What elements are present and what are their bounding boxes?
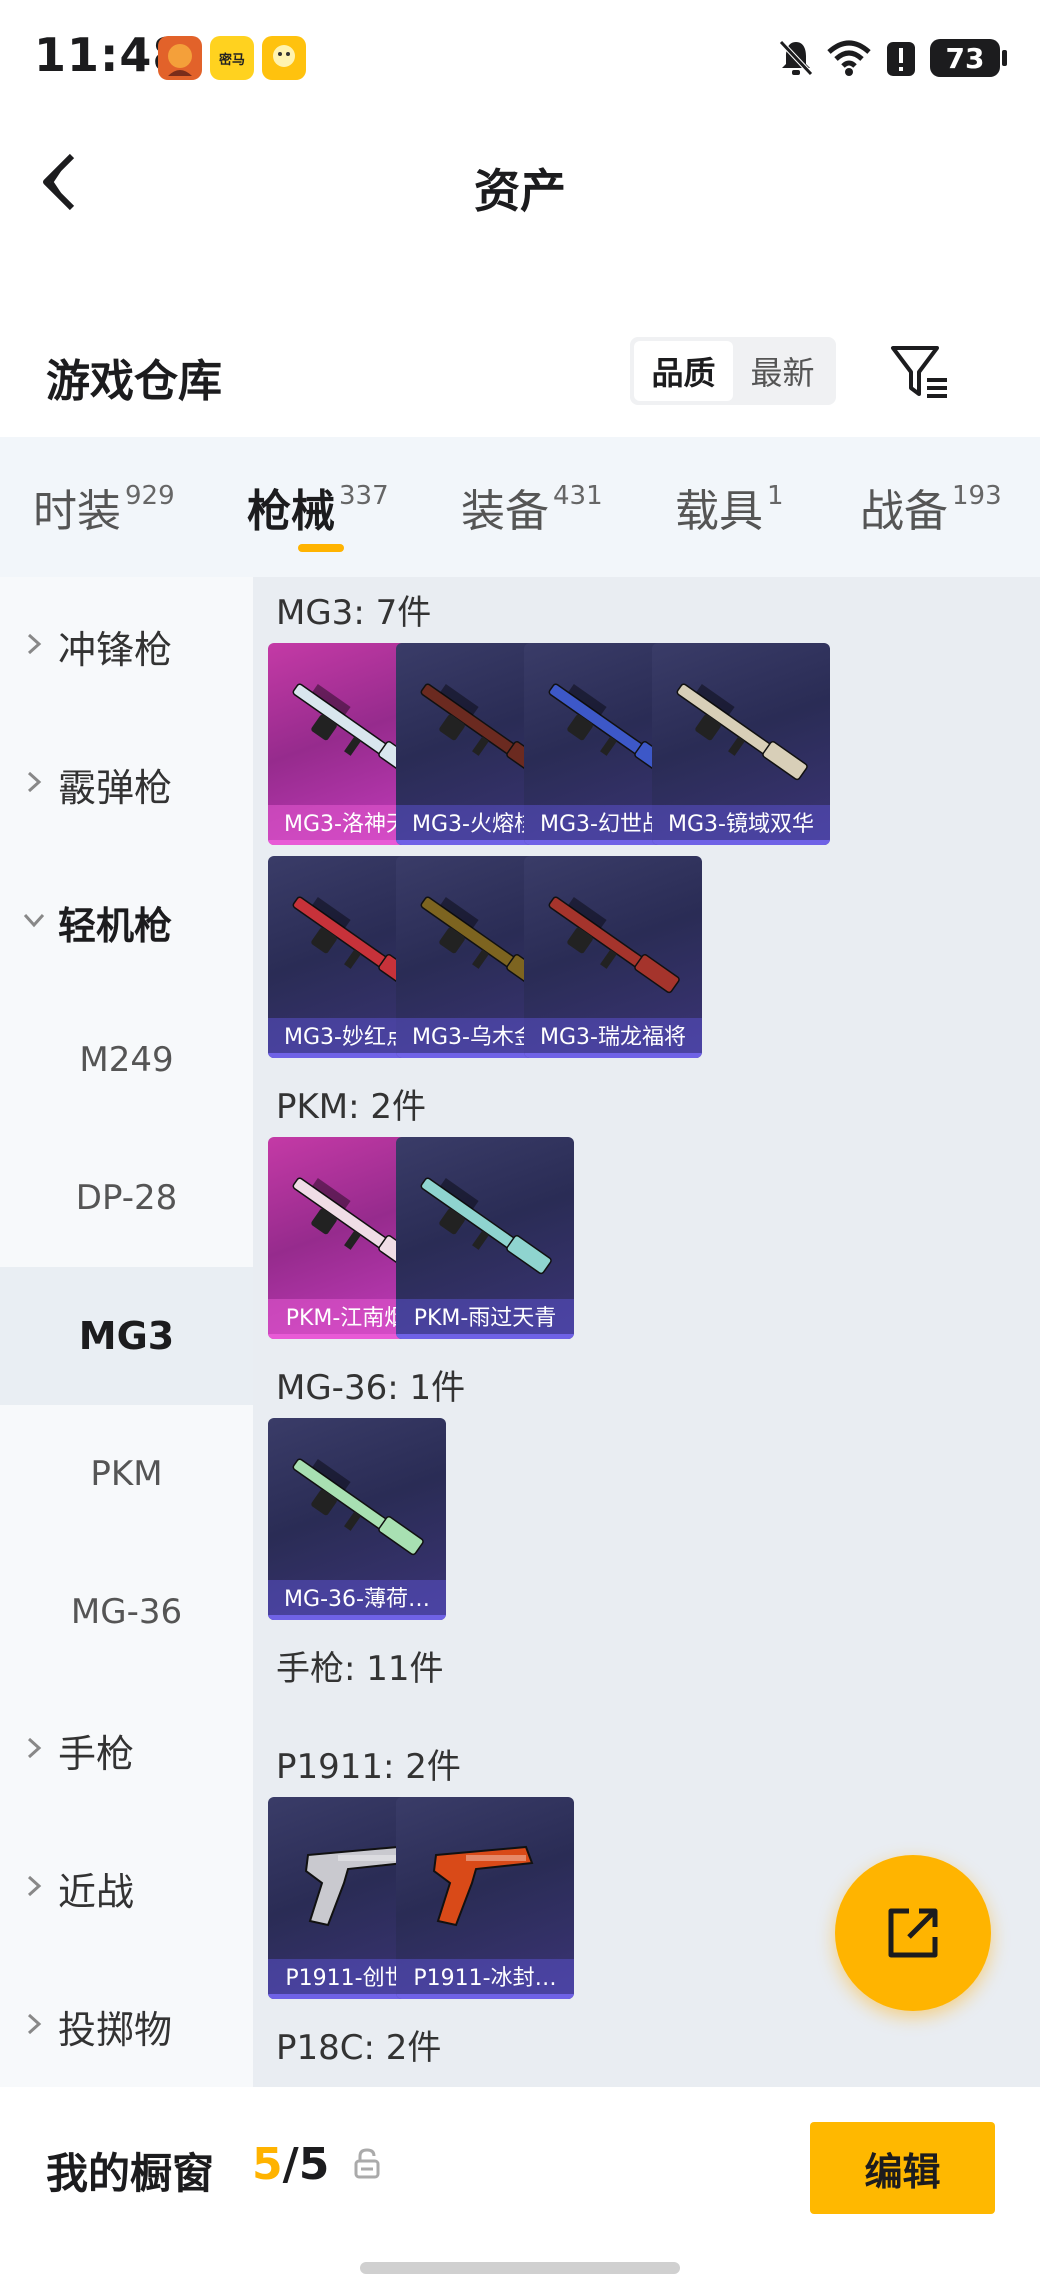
tab-count: 193 [952, 481, 1002, 511]
chevron-right-icon [22, 768, 46, 801]
tab-firearms[interactable]: 枪械 337 [247, 475, 389, 539]
tab-label: 装备 [461, 486, 549, 537]
tab-label: 枪械 [247, 486, 335, 537]
sidebar-item-label: DP-28 [75, 1178, 178, 1218]
group-title: P1911: 2件 [276, 1747, 461, 1787]
tab-count: 1 [767, 481, 784, 511]
edit-button[interactable]: 编辑 [810, 2122, 995, 2214]
sort-quality-button[interactable]: 品质 [634, 341, 733, 401]
sidebar-item-label: MG3 [78, 1314, 175, 1358]
battery-level: 73 [945, 41, 985, 75]
tab-label: 载具 [675, 486, 763, 537]
sidebar-category[interactable]: 近战 [0, 1819, 253, 1957]
battery-icon: 73 [930, 36, 1007, 80]
tab-label: 时装 [33, 486, 121, 537]
weapon-name: MG3-瑞龙福将 [524, 1018, 702, 1058]
sidebar-item-label: MG-36 [70, 1592, 183, 1632]
tab-equipment[interactable]: 装备 431 [461, 475, 603, 539]
tab-count: 431 [553, 481, 603, 511]
lock-icon [354, 2148, 380, 2179]
sidebar-category[interactable]: 投掷物 [0, 1957, 253, 2095]
weapon-name: P1911-冰封… [396, 1959, 574, 1999]
tab-label: 战备 [860, 486, 948, 537]
share-button[interactable] [835, 1855, 991, 2011]
sidebar-item-label: M249 [79, 1040, 174, 1080]
weapon-category-sidebar: 冲锋枪霰弹枪轻机枪 M249 DP-28 MG3 PKM MG-36 手枪近战投掷物 [0, 577, 253, 2087]
weapon-image [432, 1845, 534, 1927]
weapon-image [292, 1458, 424, 1556]
weapon-image [548, 896, 680, 994]
weapon-image [676, 683, 808, 781]
app-notification-icon [262, 36, 306, 80]
weapon-name: MG-36-薄荷… [268, 1580, 446, 1620]
showcase-count: 5/5 [252, 2139, 329, 2190]
weapon-card[interactable]: PKM-雨过天青 [396, 1137, 574, 1339]
sidebar-subitem[interactable]: DP-28 [0, 1129, 253, 1267]
group-title: MG3: 7件 [276, 593, 432, 633]
app-notification-icon: 密马 [210, 36, 254, 80]
showcase-current: 5 [252, 2139, 283, 2190]
chevron-right-icon [22, 630, 46, 663]
status-bar: 11:48 密马 73 [0, 0, 1040, 120]
sidebar-item-label: 冲锋枪 [58, 627, 173, 672]
chevron-down-icon [22, 906, 46, 939]
sidebar-item-label: 霰弹枪 [58, 765, 173, 810]
home-indicator [360, 2262, 680, 2274]
sort-toggle: 品质 最新 [630, 337, 836, 405]
weapon-card[interactable]: P1911-冰封… [396, 1797, 574, 1999]
weapon-name: MG3-镜域双华 [652, 805, 830, 845]
app-notification-icon [158, 36, 202, 80]
group-title: 手枪: 11件 [276, 1649, 444, 1689]
sidebar-category[interactable]: 霰弹枪 [0, 715, 253, 853]
sidebar-item-label: 轻机枪 [58, 903, 173, 948]
section-title: 游戏仓库 [46, 356, 222, 407]
sidebar-category[interactable]: 冲锋枪 [0, 577, 253, 715]
chevron-right-icon [22, 1872, 46, 1905]
weapon-card[interactable]: MG3-瑞龙福将 [524, 856, 702, 1058]
alert-icon [885, 36, 917, 80]
weapon-name: PKM-雨过天青 [396, 1299, 574, 1339]
showcase-label: 我的橱窗 [46, 2149, 215, 2198]
wifi-icon [826, 36, 872, 80]
tab-fashion[interactable]: 时装 929 [33, 475, 175, 539]
sidebar-subitem[interactable]: PKM [0, 1405, 253, 1543]
sidebar-item-label: 手枪 [58, 1731, 135, 1776]
chevron-right-icon [22, 2010, 46, 2043]
tab-count: 929 [125, 481, 175, 511]
sidebar-item-label: PKM [90, 1454, 163, 1494]
weapon-image [420, 1177, 552, 1275]
showcase-separator: / [282, 2139, 299, 2190]
weapon-card[interactable]: MG3-镜域双华 [652, 643, 830, 845]
chevron-right-icon [22, 1734, 46, 1767]
page-title: 资产 [474, 164, 566, 218]
sidebar-subitem[interactable]: M249 [0, 991, 253, 1129]
sidebar-item-label: 近战 [58, 1869, 135, 1914]
tab-vehicles[interactable]: 载具 1 [675, 475, 784, 539]
group-title: PKM: 2件 [276, 1087, 427, 1127]
weapon-card[interactable]: MG-36-薄荷… [268, 1418, 446, 1620]
group-title: P18C: 2件 [276, 2028, 442, 2068]
active-tab-indicator [298, 544, 344, 552]
showcase-total: 5 [298, 2139, 330, 2190]
category-tabs: 时装 929 枪械 337 装备 431 载具 1 战备 193 [0, 437, 1040, 577]
share-icon [888, 1908, 938, 1958]
filter-icon [891, 346, 947, 398]
tab-count: 337 [339, 481, 389, 511]
tab-supplies[interactable]: 战备 193 [860, 475, 1002, 539]
sidebar-category[interactable]: 轻机枪 [0, 853, 253, 991]
sidebar-subitem[interactable]: MG-36 [0, 1543, 253, 1681]
sidebar-subitem[interactable]: MG3 [0, 1267, 253, 1405]
group-title: MG-36: 1件 [276, 1368, 466, 1408]
app-badge-label: 密马 [218, 52, 245, 68]
sidebar-category[interactable]: 手枪 [0, 1681, 253, 1819]
mute-icon [778, 36, 814, 80]
showcase-bar: 我的橱窗 5/5 编辑 [0, 2087, 1040, 2295]
sort-newest-button[interactable]: 最新 [733, 341, 832, 401]
sidebar-item-label: 投掷物 [58, 2007, 173, 2052]
filter-button[interactable] [885, 338, 955, 408]
